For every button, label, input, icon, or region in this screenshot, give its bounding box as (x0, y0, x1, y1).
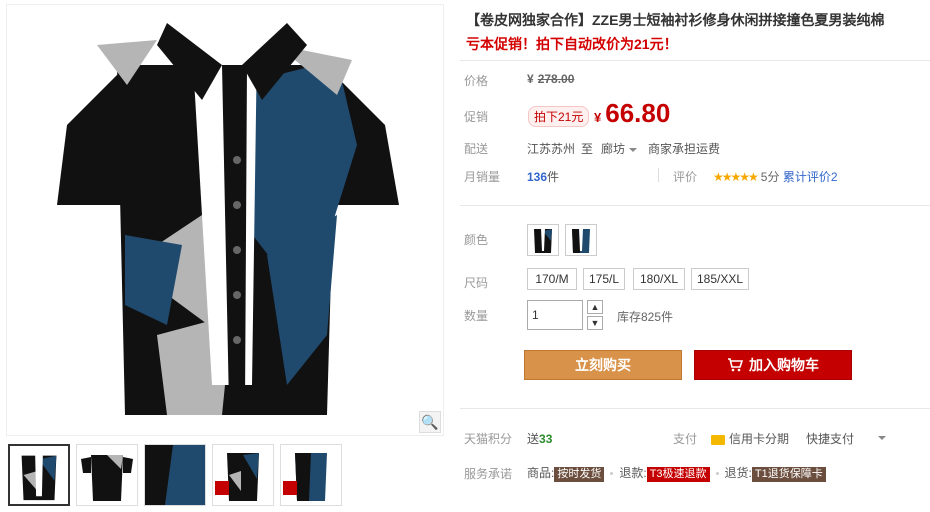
size-option[interactable]: 180/XL (633, 268, 685, 290)
thumbnail-2[interactable] (76, 444, 138, 506)
chevron-down-icon (878, 435, 886, 440)
quantity-decrease-button[interactable]: ▼ (587, 316, 603, 330)
service-refund-prefix: 退款: (619, 466, 647, 480)
sales-count-value: 136 (527, 170, 548, 184)
service-goods-prefix: 商品: (527, 466, 555, 480)
service-label: 服务承诺 (464, 467, 513, 481)
sale-price-value: 66.80 (605, 98, 671, 128)
buy-now-button[interactable]: 立刻购买 (524, 350, 682, 380)
quantity-input[interactable] (527, 300, 583, 330)
divider (460, 205, 930, 206)
payment-label: 支付 (673, 432, 698, 446)
review-count-link[interactable]: 累计评价2 (783, 170, 838, 184)
sales-count: 136件 (527, 168, 559, 185)
payment-card-label: 信用卡分期 (729, 432, 790, 446)
sale-price: ¥66.80 (594, 98, 670, 129)
service-goods-tag[interactable]: 按时发货 (554, 467, 605, 482)
color-swatch-navy[interactable] (565, 224, 597, 256)
service-list: 商品: 按时发货 退款: T3极速退款 退货: T1退货保障卡 (527, 464, 826, 482)
size-option[interactable]: 175/L (583, 268, 625, 290)
divider (460, 408, 930, 409)
thumbnail-strip (8, 444, 342, 510)
color-label: 颜色 (464, 233, 489, 247)
rating-label: 评价 (673, 170, 698, 184)
service-refund-tag[interactable]: T3极速退款 (646, 467, 710, 482)
chevron-down-icon (629, 147, 638, 152)
promo-badge: 拍下21元 (528, 106, 590, 127)
shipping-text: 商家承担运费 (648, 142, 721, 156)
main-product-image[interactable]: 🔍 (6, 4, 444, 436)
cart-icon (728, 358, 743, 372)
sales-unit: 件 (547, 170, 560, 184)
stock-text: 库存825件 (617, 310, 674, 324)
thumbnail-1[interactable] (8, 444, 70, 506)
credit-card-icon (711, 434, 725, 445)
destination-value: 廊坊 (601, 142, 626, 156)
payment-card[interactable]: 信用卡分期 (711, 430, 789, 447)
star-icons: ★★★★★ (713, 170, 759, 184)
original-price-value: 278.00 (537, 72, 575, 86)
size-option[interactable]: 170/M (527, 268, 577, 290)
original-price: ¥278.00 (527, 72, 574, 86)
currency-symbol: ¥ (527, 72, 534, 86)
quantity-increase-button[interactable]: ▲ (587, 300, 603, 314)
thumbnail-3[interactable] (144, 444, 206, 506)
size-label: 尺码 (464, 276, 489, 290)
rating-block: ★★★★★ 5分 累计评价2 (713, 168, 838, 185)
product-gallery: 🔍 (0, 0, 448, 512)
shirt-illustration (57, 23, 399, 415)
payment-quick[interactable]: 快捷支付 (806, 430, 854, 447)
points-prefix: 送 (527, 432, 540, 446)
add-to-cart-label: 加入购物车 (749, 357, 819, 373)
quantity-label: 数量 (464, 309, 489, 323)
divider (460, 60, 930, 61)
separator (658, 168, 659, 182)
service-return-prefix: 退货: (724, 466, 752, 480)
color-swatch-black[interactable] (527, 224, 559, 256)
currency-symbol: ¥ (594, 110, 602, 125)
sales-label: 月销量 (464, 170, 501, 184)
size-option[interactable]: 185/XXL (691, 268, 749, 290)
service-return-tag[interactable]: T1退货保障卡 (751, 467, 826, 482)
dot-separator (715, 472, 719, 476)
magnifier-icon[interactable]: 🔍 (419, 411, 441, 433)
delivery-to-word: 至 (581, 142, 594, 156)
add-to-cart-button[interactable]: 加入购物车 (694, 350, 852, 380)
delivery-label: 配送 (464, 142, 489, 156)
product-title: 【卷皮网独家合作】ZZE男士短袖衬衫修身休闲拼接撞色夏男装纯棉 (466, 12, 885, 28)
thumbnail-5[interactable] (280, 444, 342, 506)
points-number: 33 (539, 432, 553, 446)
thumbnail-4[interactable] (212, 444, 274, 506)
points-value: 送33 (527, 430, 552, 447)
promo-text: 亏本促销！拍下自动改价为21元！ (466, 36, 678, 52)
dot-separator (610, 472, 614, 476)
price-label: 价格 (464, 74, 489, 88)
payment-expand[interactable] (874, 430, 886, 444)
product-info-panel: 【卷皮网独家合作】ZZE男士短袖衬衫修身休闲拼接撞色夏男装纯棉 亏本促销！拍下自… (460, 0, 930, 512)
points-label: 天猫积分 (464, 432, 513, 446)
destination-select[interactable]: 廊坊 (601, 140, 638, 157)
sale-label: 促销 (464, 110, 489, 124)
delivery-from: 江苏苏州 (527, 142, 576, 156)
rating-score: 5分 (760, 170, 780, 184)
